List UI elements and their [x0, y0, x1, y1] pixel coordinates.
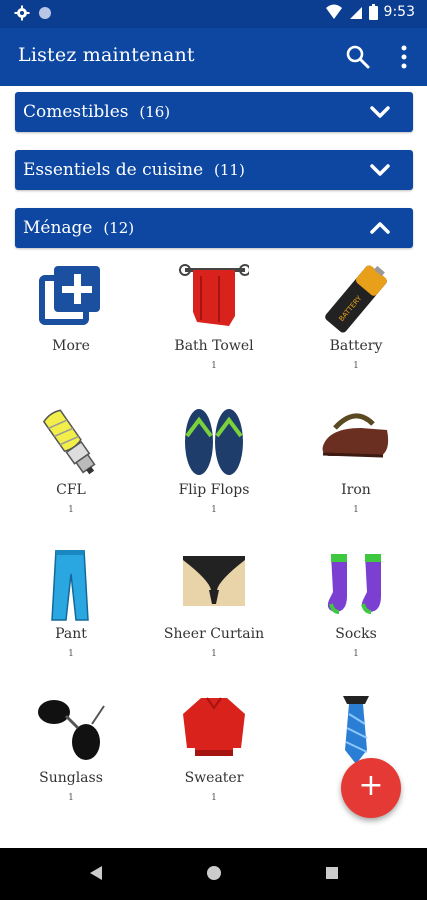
grid-item-iron[interactable]: Iron 1: [285, 406, 427, 546]
item-name: Flip Flops: [178, 482, 250, 498]
item-qty: 1: [211, 505, 217, 515]
item-qty: 1: [353, 649, 359, 659]
grid-item-battery[interactable]: BATTERY Battery 1: [285, 262, 427, 402]
section-comestibles[interactable]: Comestibles (16): [15, 92, 413, 132]
grid-item-more[interactable]: More: [0, 262, 142, 402]
chevron-down-icon[interactable]: [369, 102, 391, 122]
item-qty: 1: [211, 361, 217, 371]
home-icon[interactable]: [206, 865, 222, 881]
battery-cell-icon: BATTERY: [325, 265, 387, 333]
item-qty: 1: [68, 793, 74, 803]
item-qty: 1: [68, 649, 74, 659]
grid-item-flip-flops[interactable]: Flip Flops 1: [143, 406, 285, 546]
wifi-icon: [325, 4, 342, 19]
grid-item-socks[interactable]: Socks 1: [285, 550, 427, 690]
item-name: CFL: [56, 482, 86, 498]
chevron-down-icon[interactable]: [369, 160, 391, 180]
item-name: Sheer Curtain: [163, 626, 265, 642]
sweater-icon: [183, 697, 245, 756]
gear-icon: [14, 5, 30, 21]
battery-icon: [368, 4, 378, 20]
item-qty: 1: [68, 505, 74, 515]
item-name: Pant: [55, 626, 87, 642]
circle-icon: [39, 7, 51, 19]
chevron-up-icon[interactable]: [369, 218, 391, 238]
grid-item-sweater[interactable]: Sweater 1: [143, 694, 285, 834]
flip-flops-icon: [185, 409, 243, 475]
item-name: Sweater: [184, 770, 244, 786]
grid-item-sheer-curtain[interactable]: Sheer Curtain 1: [143, 550, 285, 690]
section-label: Comestibles (16): [23, 102, 171, 122]
item-name: Socks: [335, 626, 377, 642]
iron-icon: [322, 413, 389, 458]
item-name: More: [52, 338, 90, 354]
grid-item-sunglass[interactable]: Sunglass 1: [0, 694, 142, 834]
recents-icon[interactable]: [324, 865, 340, 881]
tie-icon: [343, 696, 369, 764]
pant-icon: [51, 550, 89, 621]
more-vert-icon[interactable]: [394, 43, 414, 71]
app-bar: Listez maintenant: [0, 28, 427, 86]
item-qty: 1: [353, 505, 359, 515]
grid-item-pant[interactable]: Pant 1: [0, 550, 142, 690]
towel-icon: [179, 264, 249, 326]
back-icon[interactable]: [88, 865, 104, 881]
grid-item-bath-towel[interactable]: Bath Towel 1: [143, 262, 285, 402]
item-qty: 1: [211, 793, 217, 803]
item-name: Iron: [341, 482, 371, 498]
curtain-icon: [183, 556, 245, 606]
add-box-icon: [39, 266, 100, 325]
sunglasses-icon: [38, 700, 105, 760]
navigation-bar: [0, 848, 427, 900]
section-essentiels-de-cuisine[interactable]: Essentiels de cuisine (11): [15, 150, 413, 190]
app-title: Listez maintenant: [18, 44, 195, 66]
item-name: Battery: [329, 338, 383, 354]
grid-item-cfl[interactable]: CFL 1: [0, 406, 142, 546]
add-icon: +: [358, 768, 384, 803]
item-name: Bath Towel: [174, 338, 254, 354]
item-qty: 1: [353, 361, 359, 371]
search-icon[interactable]: [344, 43, 372, 71]
section-menage[interactable]: Ménage (12): [15, 208, 413, 248]
cfl-bulb-icon: [42, 409, 96, 475]
item-name: Sunglass: [39, 770, 103, 786]
signal-icon: [349, 7, 362, 19]
section-label: Ménage (12): [23, 218, 135, 238]
socks-icon: [327, 554, 381, 614]
section-label: Essentiels de cuisine (11): [23, 160, 245, 180]
status-bar: 9:53: [0, 0, 427, 28]
item-qty: 1: [211, 649, 217, 659]
add-fab-button[interactable]: +: [341, 758, 401, 818]
status-time: 9:53: [383, 4, 415, 20]
